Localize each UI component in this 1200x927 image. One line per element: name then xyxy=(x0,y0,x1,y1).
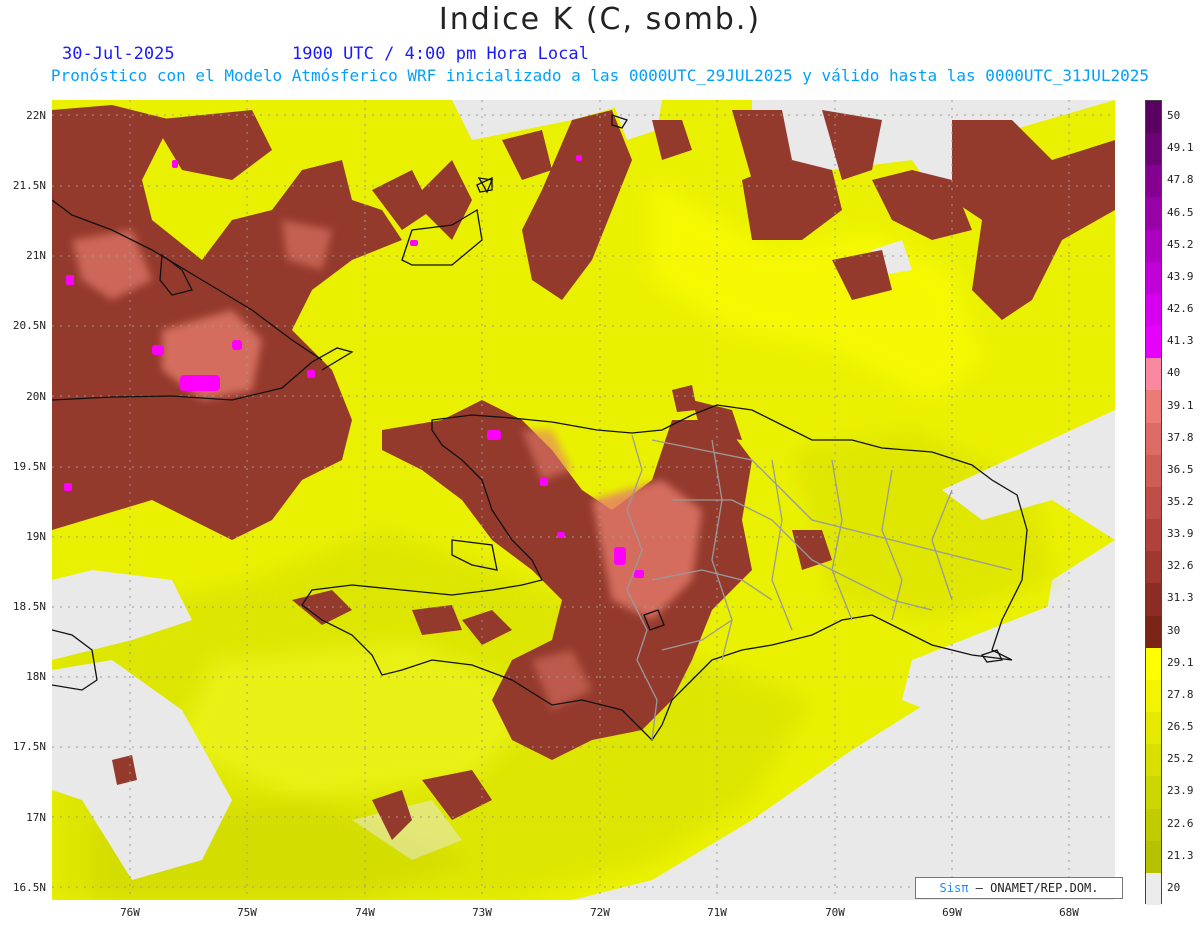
colorbar-label: 20 xyxy=(1167,880,1181,894)
colorbar-segment xyxy=(1146,647,1161,681)
colorbar-label: 30 xyxy=(1167,623,1181,637)
lon-label: 75W xyxy=(237,906,257,919)
lon-label: 73W xyxy=(472,906,492,919)
map-panel xyxy=(52,100,1115,900)
credit-org: – ONAMET/REP.DOM. xyxy=(968,881,1099,895)
colorbar-label: 32.6 xyxy=(1167,559,1194,573)
lon-label: 69W xyxy=(942,906,962,919)
colorbar-label: 46.5 xyxy=(1167,205,1194,219)
colorbar-label: 33.9 xyxy=(1167,527,1194,541)
colorbar-segment xyxy=(1146,293,1161,327)
colorbar-segment xyxy=(1146,583,1161,617)
colorbar-segment xyxy=(1146,679,1161,713)
colorbar-label: 37.8 xyxy=(1167,430,1194,444)
lat-label: 18N xyxy=(26,670,46,683)
colorbar-segment xyxy=(1146,358,1161,391)
lon-label: 72W xyxy=(590,906,610,919)
lat-label: 17N xyxy=(26,811,46,824)
colorbar-label: 29.1 xyxy=(1167,655,1194,669)
colorbar-segment xyxy=(1146,519,1161,552)
credit-box: Sisπ – ONAMET/REP.DOM. xyxy=(915,877,1123,899)
colorbar xyxy=(1145,100,1162,906)
valid-time: 1900 UTC / 4:00 pm Hora Local xyxy=(292,44,589,64)
colorbar-label: 23.9 xyxy=(1167,784,1194,798)
colorbar-label: 36.5 xyxy=(1167,462,1194,476)
lon-label: 76W xyxy=(120,906,140,919)
colorbar-label: 39.1 xyxy=(1167,398,1194,412)
colorbar-label: 26.5 xyxy=(1167,720,1194,734)
lon-label: 74W xyxy=(355,906,375,919)
lat-label: 18.5N xyxy=(12,600,46,613)
colorbar-segment xyxy=(1146,101,1161,134)
colorbar-label: 25.2 xyxy=(1167,752,1194,766)
colorbar-segment xyxy=(1146,326,1161,359)
colorbar-label: 35.2 xyxy=(1167,495,1194,508)
colorbar-segment xyxy=(1146,776,1161,810)
colorbar-label: 41.3 xyxy=(1167,334,1194,348)
lat-label: 16.5N xyxy=(12,881,46,894)
forecast-date: 30-Jul-2025 xyxy=(62,44,175,64)
colorbar-label: 47.8 xyxy=(1167,173,1194,187)
colorbar-segment xyxy=(1146,165,1161,198)
lat-label: 21.5N xyxy=(12,179,46,192)
colorbar-segment xyxy=(1146,261,1161,295)
lat-label: 21N xyxy=(26,249,46,262)
lat-label: 22N xyxy=(26,109,46,122)
colorbar-segment xyxy=(1146,454,1161,488)
colorbar-segment xyxy=(1146,422,1161,456)
colorbar-label: 31.3 xyxy=(1167,591,1194,605)
model-subtitle: Pronóstico con el Modelo Atmósferico WRF… xyxy=(50,66,1150,85)
colorbar-segment xyxy=(1146,197,1161,231)
map-title: Indice K (C, somb.) xyxy=(438,2,762,37)
colorbar-segment xyxy=(1146,551,1161,584)
lat-label: 20N xyxy=(26,390,46,403)
colorbar-segment xyxy=(1146,808,1161,842)
colorbar-segment xyxy=(1146,229,1161,263)
colorbar-label: 27.8 xyxy=(1167,687,1194,701)
colorbar-label: 50 xyxy=(1167,109,1181,123)
colorbar-segment xyxy=(1146,486,1161,520)
colorbar-label: 22.6 xyxy=(1167,816,1194,830)
k-index-map xyxy=(52,100,1115,900)
colorbar-segment xyxy=(1146,133,1161,166)
lat-label: 19.5N xyxy=(12,460,46,473)
lat-label: 17.5N xyxy=(12,740,46,753)
colorbar-label: 21.3 xyxy=(1167,848,1194,862)
colorbar-label: 42.6 xyxy=(1167,302,1194,316)
colorbar-label: 43.9 xyxy=(1167,269,1194,283)
colorbar-label: 40 xyxy=(1167,366,1181,380)
colorbar-segment xyxy=(1146,712,1161,745)
colorbar-segment xyxy=(1146,840,1161,874)
lat-label: 20.5N xyxy=(12,319,46,332)
colorbar-segment xyxy=(1146,615,1161,649)
colorbar-label: 45.2 xyxy=(1167,237,1194,251)
colorbar-segment xyxy=(1146,390,1161,424)
colorbar-segment xyxy=(1146,744,1161,777)
colorbar-label: 49.1 xyxy=(1167,141,1194,155)
lat-label: 19N xyxy=(26,530,46,543)
lon-label: 71W xyxy=(707,906,727,919)
colorbar-segment xyxy=(1146,872,1161,906)
lon-label: 68W xyxy=(1059,906,1079,919)
lon-label: 70W xyxy=(825,906,845,919)
credit-brand: Sisπ xyxy=(939,881,969,895)
